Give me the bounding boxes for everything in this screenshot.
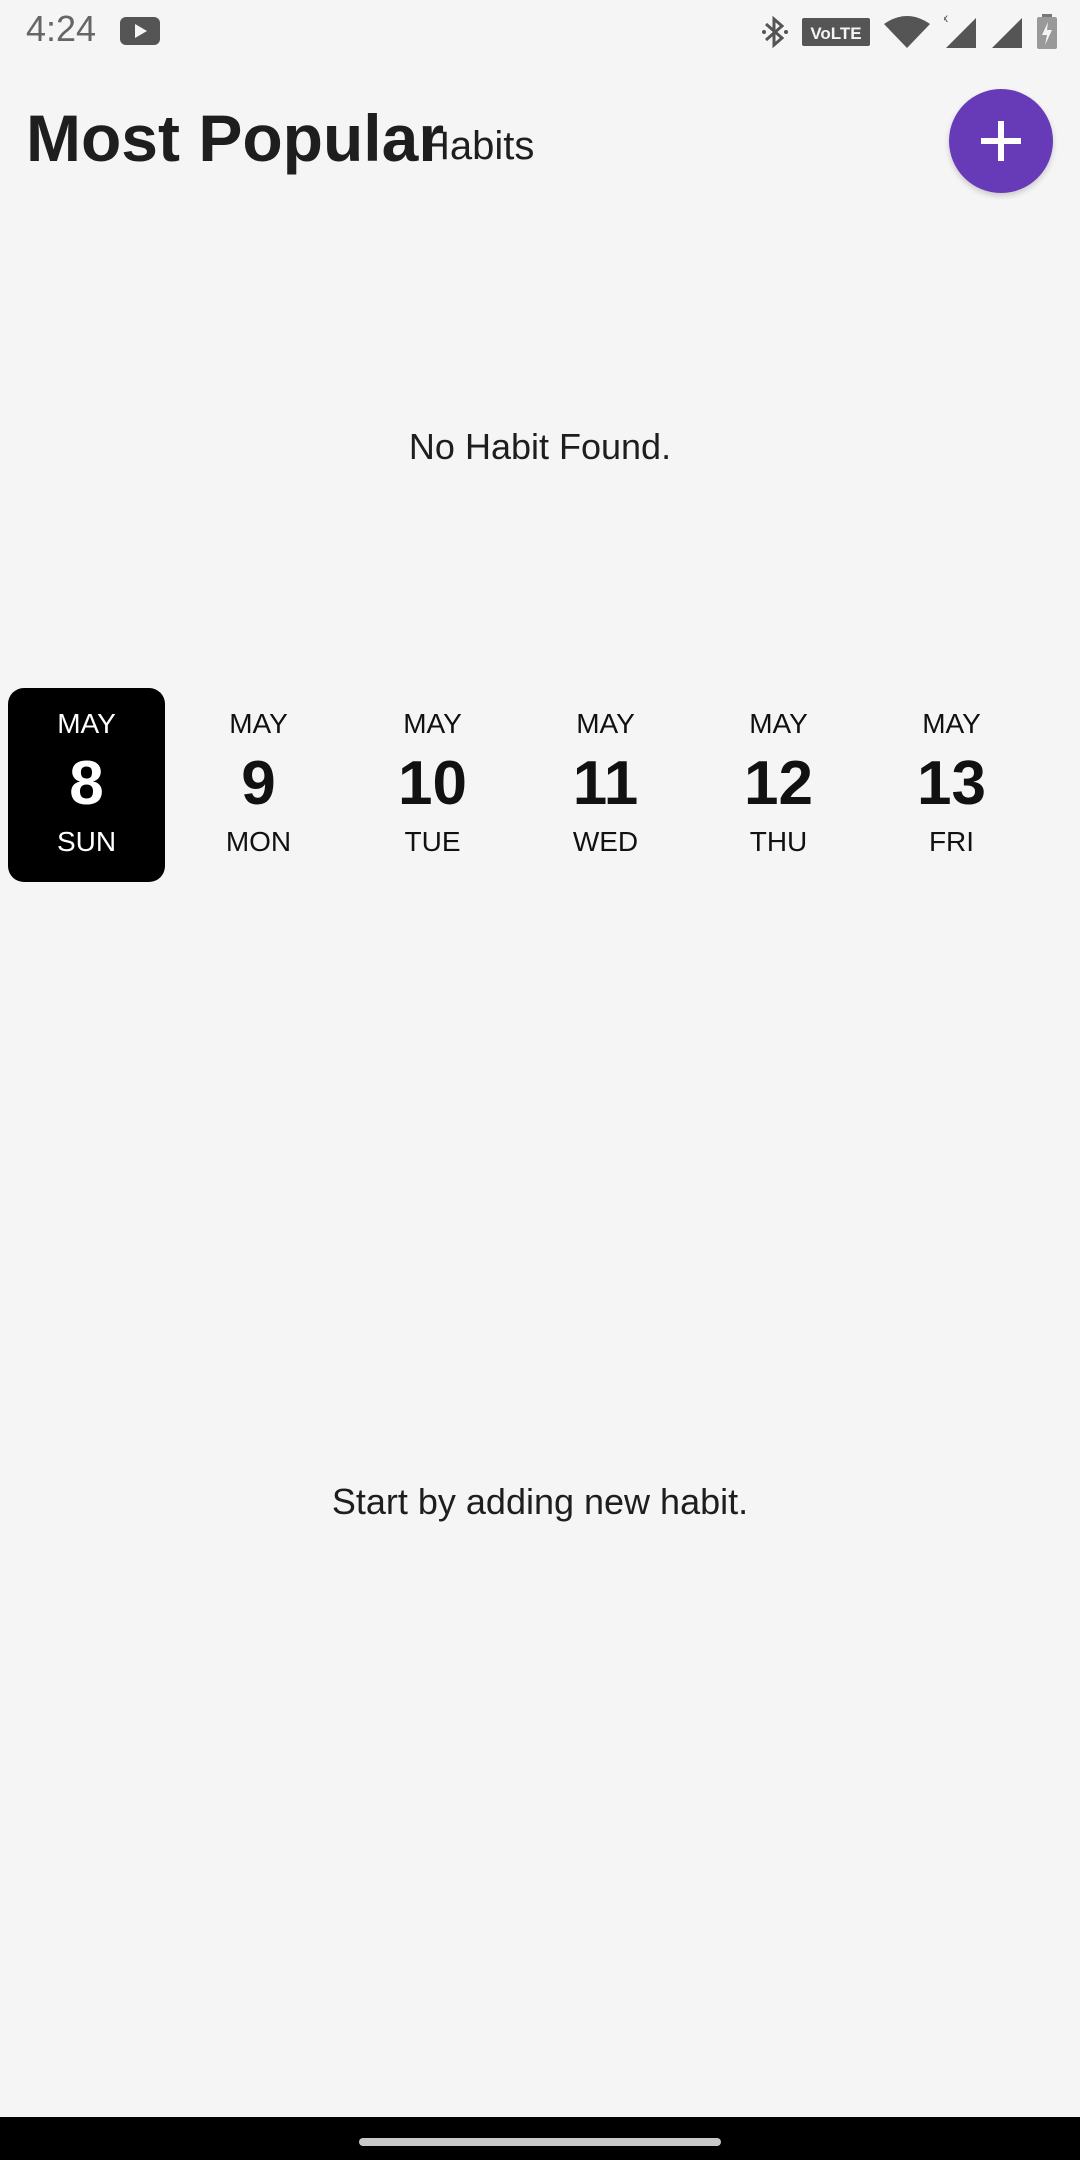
date-day: 11 (572, 749, 639, 818)
battery-icon (1037, 14, 1057, 49)
date-day: 9 (241, 749, 276, 818)
date-weekday: THU (749, 826, 808, 857)
date-month: MAY (57, 708, 116, 739)
date-day: 12 (744, 749, 813, 818)
date-item[interactable]: MAY 12 THU (700, 688, 857, 882)
date-item[interactable]: MAY 10 TUE (354, 688, 511, 882)
date-month: MAY (749, 708, 808, 739)
signal-icon: x (944, 14, 976, 48)
date-day: 8 (69, 749, 104, 818)
date-weekday: MON (225, 826, 292, 857)
bluetooth-icon (762, 15, 788, 49)
svg-text:VoLTE: VoLTE (810, 24, 861, 43)
youtube-icon (120, 17, 160, 45)
date-day: 13 (917, 749, 986, 818)
date-item[interactable]: MAY 11 WED (527, 688, 684, 882)
date-month: MAY (229, 708, 288, 739)
wifi-icon (884, 16, 930, 48)
svg-text:x: x (944, 14, 948, 25)
date-strip: MAY 8 SUN MAY 9 MON MAY 10 TUE MAY 11 WE… (0, 688, 1080, 882)
date-weekday: FRI (928, 826, 975, 857)
status-time: 4:24 (26, 8, 97, 49)
status-icons: VoLTE x (748, 12, 1058, 52)
navigation-bar (0, 2117, 1080, 2160)
volte-icon: VoLTE (802, 18, 870, 46)
page-title: Most Popular (26, 101, 445, 175)
status-bar: 4:24 VoLTE x (0, 0, 1080, 64)
start-adding-message: Start by adding new habit. (331, 1481, 749, 1522)
date-month: MAY (922, 708, 981, 739)
home-gesture-handle[interactable] (359, 2138, 721, 2146)
add-habit-button[interactable] (949, 89, 1053, 193)
date-day: 10 (398, 749, 467, 818)
date-item[interactable]: MAY 13 FRI (873, 688, 1030, 882)
no-habit-message: No Habit Found. (408, 426, 672, 467)
date-month: MAY (403, 708, 462, 739)
plus-icon (981, 121, 1021, 161)
date-weekday: WED (572, 826, 639, 857)
date-weekday: TUE (404, 826, 461, 857)
date-item[interactable]: MAY 9 MON (180, 688, 337, 882)
date-weekday: SUN (56, 826, 117, 857)
date-month: MAY (576, 708, 635, 739)
signal-icon (992, 18, 1022, 48)
date-item-selected[interactable]: MAY 8 SUN (8, 688, 165, 882)
page-subtitle: Habits (421, 124, 535, 168)
